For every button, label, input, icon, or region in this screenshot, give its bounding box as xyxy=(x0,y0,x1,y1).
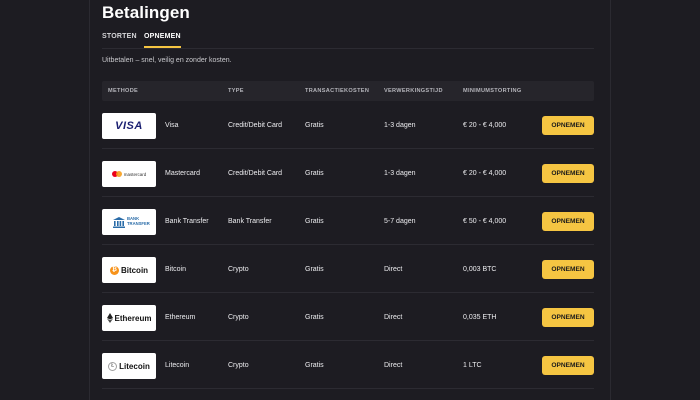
ethereum-logo-text: Ethereum xyxy=(114,313,152,323)
method-name: Mastercard xyxy=(165,170,201,177)
method-min: € 50 - € 4,000 xyxy=(463,218,507,225)
bank-logo-text: BANK TRANSFER xyxy=(127,216,150,226)
page-subtitle: Uitbetalen – snel, veilig en zonder kost… xyxy=(102,57,232,64)
method-time: 5-7 dagen xyxy=(384,218,416,225)
method-name: Visa xyxy=(165,122,179,129)
method-fee: Gratis xyxy=(305,122,324,129)
visa-logo: VISA xyxy=(102,113,156,139)
bank-logo: BANK TRANSFER xyxy=(102,209,156,235)
left-divider xyxy=(89,0,90,400)
method-min: 0,035 ETH xyxy=(463,314,497,321)
table-row: ₿ Bitcoin Bitcoin Crypto Gratis Direct 0… xyxy=(102,245,594,293)
method-type: Crypto xyxy=(228,314,249,321)
litecoin-icon: Ł xyxy=(108,361,118,371)
table-row: Ethereum Ethereum Crypto Gratis Direct 0… xyxy=(102,293,594,341)
method-time: 1-3 dagen xyxy=(384,170,416,177)
bank-building-icon xyxy=(113,216,125,228)
opnemen-button[interactable]: OPNEMEN xyxy=(542,164,594,183)
tab-opnemen[interactable]: OPNEMEN xyxy=(144,33,181,48)
header-type: TYPE xyxy=(228,88,244,94)
table-row: Ł Litecoin Litecoin Crypto Gratis Direct… xyxy=(102,341,594,389)
method-time: Direct xyxy=(384,314,403,321)
bitcoin-logo: ₿ Bitcoin xyxy=(102,257,156,283)
litecoin-logo: Ł Litecoin xyxy=(102,353,156,379)
mastercard-logo-text: mastercard xyxy=(123,171,147,177)
opnemen-button[interactable]: OPNEMEN xyxy=(542,212,594,231)
mastercard-circles-icon xyxy=(111,171,122,177)
ethereum-logo: Ethereum xyxy=(102,305,156,331)
ethereum-icon xyxy=(106,313,113,323)
method-name: Bank Transfer xyxy=(165,218,209,225)
tab-bar: STORTEN OPNEMEN xyxy=(102,33,594,49)
method-min: € 20 - € 4,000 xyxy=(463,170,507,177)
header-time: VERWERKINGSTIJD xyxy=(384,88,443,94)
method-fee: Gratis xyxy=(305,314,324,321)
header-fee: TRANSACTIEKOSTEN xyxy=(305,88,370,94)
method-min: 1 LTC xyxy=(463,362,482,369)
method-time: Direct xyxy=(384,362,403,369)
method-name: Ethereum xyxy=(165,314,196,321)
table-row: VISA Visa Credit/Debit Card Gratis 1-3 d… xyxy=(102,101,594,149)
visa-logo-text: VISA xyxy=(115,120,143,132)
method-type: Crypto xyxy=(228,362,249,369)
method-fee: Gratis xyxy=(305,362,324,369)
method-fee: Gratis xyxy=(305,266,324,273)
method-type: Bank Transfer xyxy=(228,218,272,225)
opnemen-button[interactable]: OPNEMEN xyxy=(542,116,594,135)
opnemen-button[interactable]: OPNEMEN xyxy=(542,260,594,279)
method-type: Credit/Debit Card xyxy=(228,122,283,129)
page-title: Betalingen xyxy=(102,3,190,22)
method-name: Bitcoin xyxy=(165,266,187,273)
header-method: METHODE xyxy=(108,88,139,94)
method-time: 1-3 dagen xyxy=(384,122,416,129)
table-header: METHODE TYPE TRANSACTIEKOSTEN VERWERKING… xyxy=(102,81,594,101)
method-name: Litecoin xyxy=(165,362,190,369)
mastercard-logo: mastercard xyxy=(102,161,156,187)
method-fee: Gratis xyxy=(305,218,324,225)
method-min: € 20 - € 4,000 xyxy=(463,122,507,129)
method-time: Direct xyxy=(384,266,403,273)
opnemen-button[interactable]: OPNEMEN xyxy=(542,308,594,327)
method-type: Crypto xyxy=(228,266,249,273)
right-divider xyxy=(610,0,611,400)
litecoin-logo-text: Litecoin xyxy=(119,361,150,371)
opnemen-button[interactable]: OPNEMEN xyxy=(542,356,594,375)
method-type: Credit/Debit Card xyxy=(228,170,283,177)
method-fee: Gratis xyxy=(305,170,324,177)
bitcoin-logo-text: Bitcoin xyxy=(120,265,149,275)
method-min: 0,003 BTC xyxy=(463,266,497,273)
table-row: BANK TRANSFER Bank Transfer Bank Transfe… xyxy=(102,197,594,245)
bitcoin-icon: ₿ xyxy=(109,265,119,275)
table-row: mastercard Mastercard Credit/Debit Card … xyxy=(102,149,594,197)
header-min: MINIMUMSTORTING xyxy=(463,88,522,94)
tab-storten[interactable]: STORTEN xyxy=(102,33,137,40)
